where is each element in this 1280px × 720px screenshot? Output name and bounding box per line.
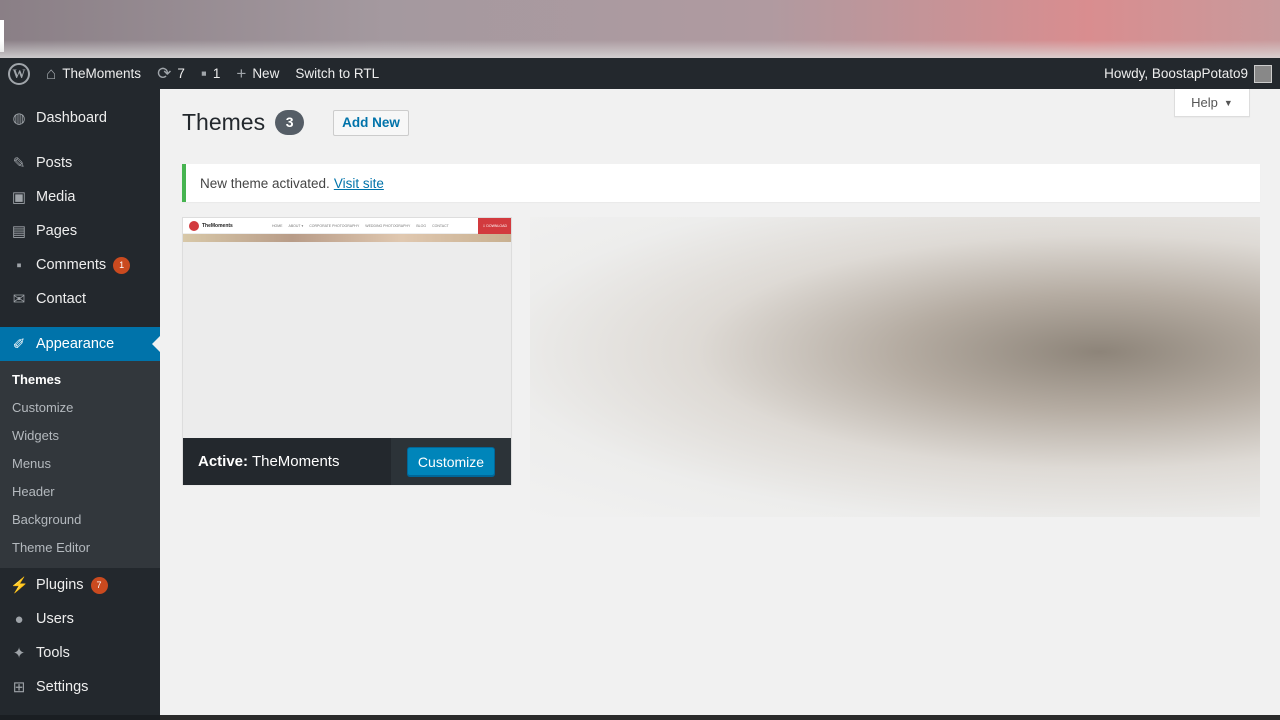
tab-edge xyxy=(0,20,4,52)
submenu-item-theme-editor[interactable]: Theme Editor xyxy=(0,534,160,562)
dashboard-icon: ◍ xyxy=(12,110,26,127)
sidebar-item-plugins[interactable]: ⚡ Plugins 7 xyxy=(0,568,160,602)
add-new-button[interactable]: Add New xyxy=(333,109,409,136)
plugins-badge: 7 xyxy=(90,576,108,594)
site-name: TheMoments xyxy=(62,66,142,81)
preview-nav-item: HOME xyxy=(272,223,283,228)
switch-rtl-link[interactable]: Switch to RTL xyxy=(287,58,387,89)
sidebar-item-label: Users xyxy=(36,611,74,627)
sidebar-item-label: Plugins xyxy=(36,577,84,593)
home-icon: ⌂ xyxy=(46,64,57,83)
comments-badge: 1 xyxy=(113,256,131,274)
pages-icon: ▤ xyxy=(11,223,27,240)
page-header: Themes 3 Add New xyxy=(182,109,409,136)
browser-chrome-blur xyxy=(0,0,1280,58)
plugin-icon: ⚡ xyxy=(10,577,29,594)
sidebar-item-label: Contact xyxy=(36,291,86,307)
comments-count: 1 xyxy=(212,66,221,81)
theme-count-badge: 3 xyxy=(275,110,305,135)
preview-nav: TheMoments HOME ABOUT ▾ CORPORATE PHOTOG… xyxy=(183,218,511,234)
preview-nav-item: BLOG xyxy=(416,223,427,228)
preview-nav-item: ABOUT ▾ xyxy=(288,223,304,228)
site-name-link[interactable]: ⌂ TheMoments xyxy=(38,58,149,89)
new-content-link[interactable]: + New xyxy=(228,58,287,89)
comment-icon: ▪ xyxy=(16,256,22,274)
settings-icon: ⊞ xyxy=(12,679,26,696)
preview-nav-item: WEDDING PHOTOGRAPHY xyxy=(365,223,411,228)
sidebar-item-appearance[interactable]: ✐ Appearance xyxy=(0,327,160,361)
sidebar-item-dashboard[interactable]: ◍ Dashboard xyxy=(0,101,160,135)
customize-button[interactable]: Customize xyxy=(406,447,496,476)
account-menu[interactable]: Howdy, BoostapPotato9 xyxy=(1096,58,1272,89)
comments-link[interactable]: ▪ 1 xyxy=(193,58,229,89)
greeting: Howdy, BoostapPotato9 xyxy=(1104,66,1248,81)
updates-link[interactable]: ⟳ 7 xyxy=(149,58,193,89)
sidebar-item-posts[interactable]: ✎ Posts xyxy=(0,146,160,180)
submenu-item-widgets[interactable]: Widgets xyxy=(0,422,160,450)
plus-icon: + xyxy=(236,64,247,83)
sidebar-item-pages[interactable]: ▤ Pages xyxy=(0,214,160,248)
submenu-item-background[interactable]: Background xyxy=(0,506,160,534)
sidebar-item-label: Settings xyxy=(36,679,89,695)
success-notice: New theme activated. Visit site xyxy=(182,164,1260,202)
logo-icon xyxy=(189,220,199,231)
preview-nav-item: CORPORATE PHOTOGRAPHY xyxy=(309,223,360,228)
mail-icon: ✉ xyxy=(12,291,26,308)
sidebar-item-label: Posts xyxy=(36,155,73,171)
refresh-icon: ⟳ xyxy=(157,64,172,83)
sidebar-item-label: Comments xyxy=(36,257,107,273)
theme-name: Active: TheMoments xyxy=(198,453,339,470)
sidebar-item-tools[interactable]: ✦ Tools xyxy=(0,636,160,670)
preview-hero xyxy=(183,234,511,242)
comment-icon: ▪ xyxy=(200,64,207,83)
sidebar-item-media[interactable]: ▣ Media xyxy=(0,180,160,214)
avatar xyxy=(1254,64,1272,83)
theme-actions: Customize xyxy=(391,438,511,485)
bottom-edge xyxy=(160,715,1280,720)
media-icon: ▣ xyxy=(11,189,27,206)
wordpress-icon: W xyxy=(8,62,30,85)
admin-bar: W ⌂ TheMoments ⟳ 7 ▪ 1 + New Switch to R… xyxy=(0,58,1280,89)
bottom-edge xyxy=(0,715,160,720)
rtl-label: Switch to RTL xyxy=(295,66,380,81)
updates-count: 7 xyxy=(177,66,185,81)
submenu-item-header[interactable]: Header xyxy=(0,478,160,506)
page-title: Themes xyxy=(182,109,266,135)
visit-site-link[interactable]: Visit site xyxy=(334,176,384,191)
user-icon: ● xyxy=(14,610,24,628)
wordpress-logo-button[interactable]: W xyxy=(0,58,38,89)
active-theme-card[interactable]: TheMoments HOME ABOUT ▾ CORPORATE PHOTOG… xyxy=(182,217,512,485)
submenu-item-customize[interactable]: Customize xyxy=(0,394,160,422)
blurred-region xyxy=(530,217,1260,517)
main-content: Help ▼ Themes 3 Add New New theme activa… xyxy=(160,89,1280,720)
theme-footer: Active: TheMoments Customize xyxy=(183,438,511,485)
active-prefix: Active: xyxy=(198,453,249,470)
pin-icon: ✎ xyxy=(12,155,26,172)
appearance-submenu: Themes Customize Widgets Menus Header Ba… xyxy=(0,361,160,568)
sidebar-item-comments[interactable]: ▪ Comments 1 xyxy=(0,248,160,282)
help-button[interactable]: Help ▼ xyxy=(1174,89,1250,117)
help-label: Help xyxy=(1191,95,1218,110)
sidebar-item-label: Pages xyxy=(36,223,78,239)
sidebar-item-label: Tools xyxy=(36,645,70,661)
wrench-icon: ✦ xyxy=(12,645,26,662)
preview-site-name: TheMoments xyxy=(202,222,233,229)
sidebar-item-settings[interactable]: ⊞ Settings xyxy=(0,670,160,704)
submenu-item-menus[interactable]: Menus xyxy=(0,450,160,478)
sidebar-item-label: Dashboard xyxy=(36,110,107,126)
notice-text: New theme activated. xyxy=(200,175,330,191)
brush-icon: ✐ xyxy=(12,336,26,353)
sidebar-item-contact[interactable]: ✉ Contact xyxy=(0,282,160,316)
preview-download: ⇩ DOWNLOAD xyxy=(478,218,511,234)
new-label: New xyxy=(252,66,280,81)
preview-nav-item: CONTACT xyxy=(432,223,449,228)
admin-sidebar: ◍ Dashboard ✎ Posts ▣ Media ▤ Pages ▪ Co… xyxy=(0,89,160,720)
submenu-item-themes[interactable]: Themes xyxy=(0,366,160,394)
sidebar-item-label: Appearance xyxy=(36,336,115,352)
sidebar-item-users[interactable]: ● Users xyxy=(0,602,160,636)
sidebar-item-label: Media xyxy=(36,189,76,205)
triangle-down-icon: ▼ xyxy=(1223,97,1233,108)
theme-screenshot: TheMoments HOME ABOUT ▾ CORPORATE PHOTOG… xyxy=(183,218,511,438)
active-theme-name: TheMoments xyxy=(251,453,340,470)
